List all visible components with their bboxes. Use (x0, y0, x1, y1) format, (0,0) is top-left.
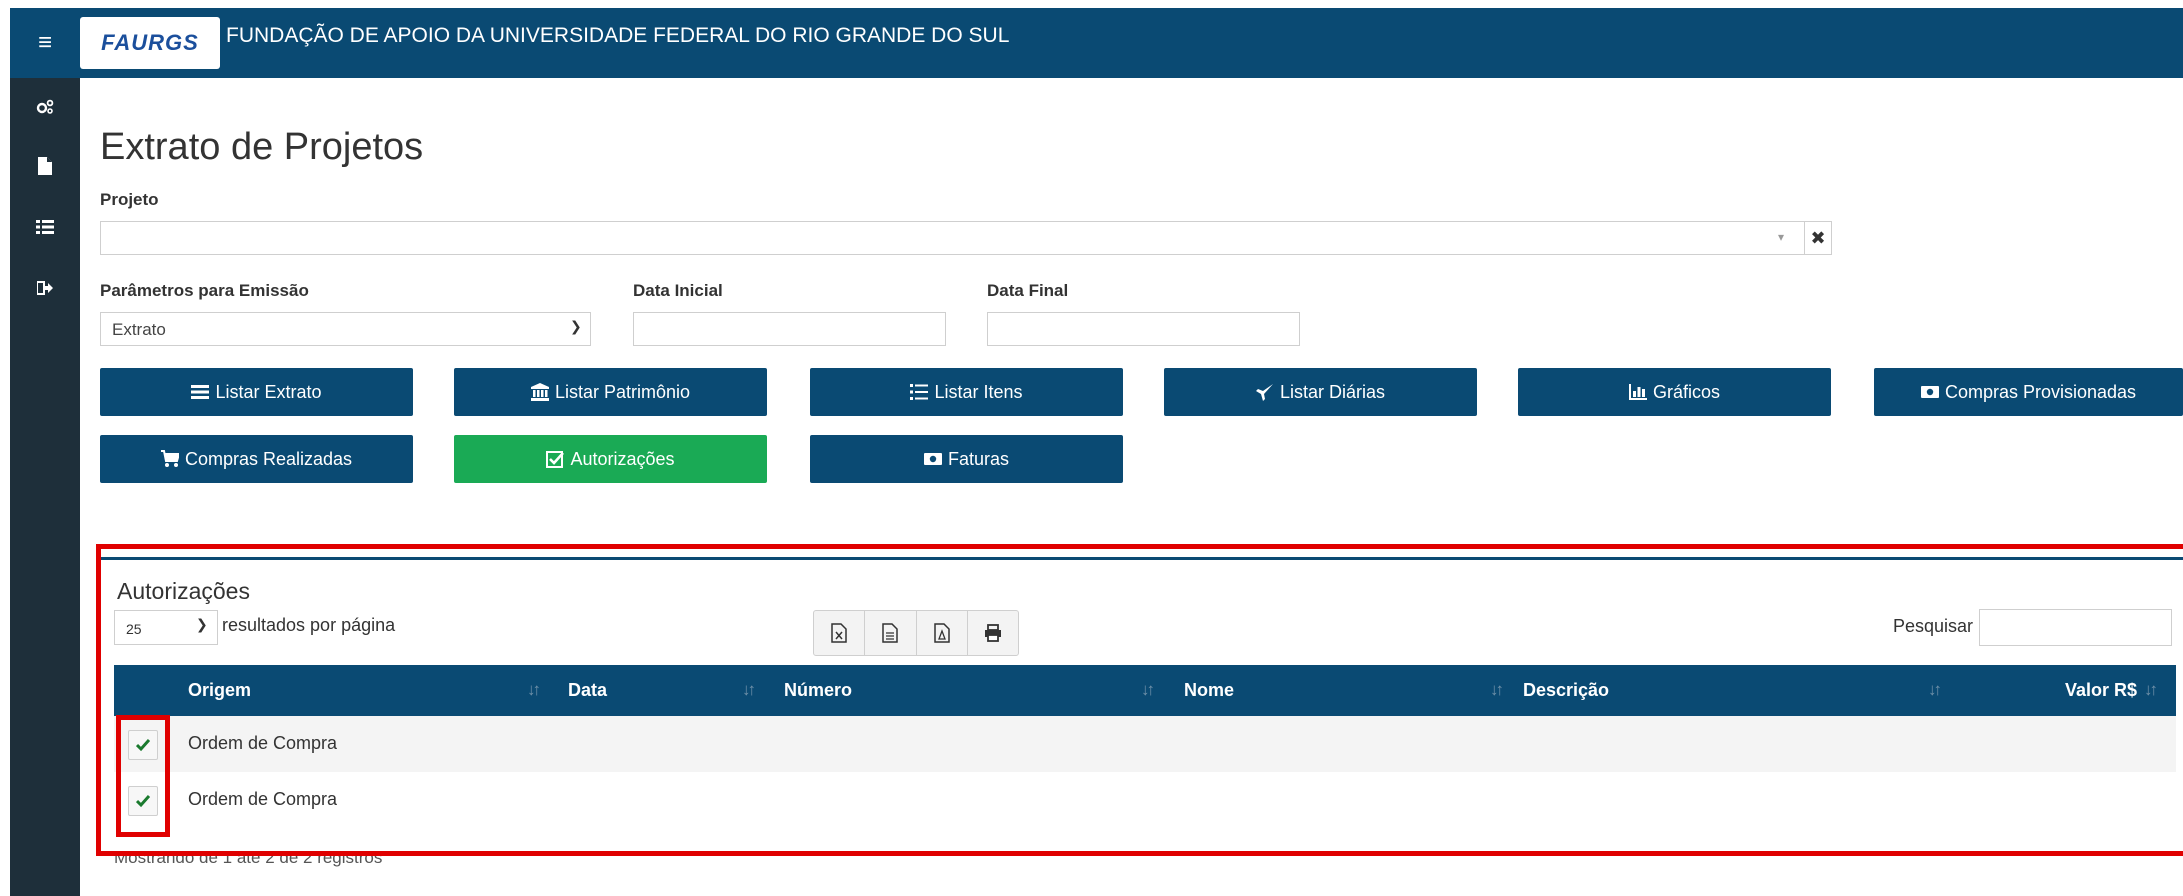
data-final-label: Data Final (987, 281, 1069, 300)
list-icon (191, 385, 210, 399)
listar-patrimonio-button[interactable]: Listar Patrimônio (454, 368, 767, 416)
plane-icon (1255, 384, 1273, 401)
check-square-icon (546, 451, 565, 468)
data-final-input[interactable] (987, 312, 1300, 346)
autorizacoes-label: Autorizações (570, 448, 675, 469)
listar-extrato-label: Listar Extrato (215, 381, 322, 402)
faurgs-logo[interactable]: FAURGS (80, 17, 220, 69)
listar-itens-label: Listar Itens (934, 381, 1023, 402)
cart-icon (160, 450, 179, 467)
parametros-value: Extrato (112, 320, 166, 339)
app-title: FUNDAÇÃO DE APOIO DA UNIVERSIDADE FEDERA… (226, 24, 1010, 47)
hamburger-icon[interactable]: ≡ (10, 8, 80, 78)
faturas-button[interactable]: Faturas (810, 435, 1123, 483)
list-ol-icon (910, 384, 929, 400)
list-icon[interactable] (10, 212, 80, 242)
chevron-down-icon: ❯ (570, 318, 582, 334)
highlight-frame-checks (116, 715, 170, 837)
sidebar (10, 78, 80, 896)
data-inicial-input[interactable] (633, 312, 946, 346)
faturas-label: Faturas (947, 448, 1010, 469)
graficos-button[interactable]: Gráficos (1518, 368, 1831, 416)
gears-icon[interactable] (10, 92, 80, 122)
listar-diarias-label: Listar Diárias (1279, 381, 1386, 402)
money-icon (1920, 386, 1939, 398)
compras-provisionadas-button[interactable]: Compras Provisionadas (1874, 368, 2183, 416)
page-title: Extrato de Projetos (100, 126, 424, 168)
data-inicial-label: Data Inicial (633, 281, 723, 300)
projeto-select[interactable] (100, 221, 1805, 255)
listar-patrimonio-label: Listar Patrimônio (554, 381, 691, 402)
highlight-frame (96, 544, 2183, 856)
listar-diarias-button[interactable]: Listar Diárias (1164, 368, 1477, 416)
listar-extrato-button[interactable]: Listar Extrato (100, 368, 413, 416)
bar-chart-icon (1628, 384, 1647, 400)
parametros-label: Parâmetros para Emissão (100, 281, 309, 300)
left-margin (0, 0, 10, 896)
compras-realizadas-label: Compras Realizadas (184, 448, 353, 469)
projeto-label: Projeto (100, 190, 159, 209)
clear-projeto-button[interactable]: ✖ (1804, 221, 1832, 255)
caret-down-icon[interactable]: ▾ (1778, 230, 1792, 244)
bank-icon (530, 383, 549, 401)
logo-text: FAURGS (101, 30, 199, 55)
graficos-label: Gráficos (1652, 381, 1721, 402)
compras-provisionadas-label: Compras Provisionadas (1944, 381, 2137, 402)
compras-realizadas-button[interactable]: Compras Realizadas (100, 435, 413, 483)
parametros-select[interactable] (100, 312, 591, 346)
file-icon[interactable] (10, 151, 80, 181)
autorizacoes-button[interactable]: Autorizações (454, 435, 767, 483)
sign-out-icon[interactable] (10, 273, 80, 303)
top-margin (0, 0, 2183, 8)
money-icon (923, 453, 942, 465)
listar-itens-button[interactable]: Listar Itens (810, 368, 1123, 416)
